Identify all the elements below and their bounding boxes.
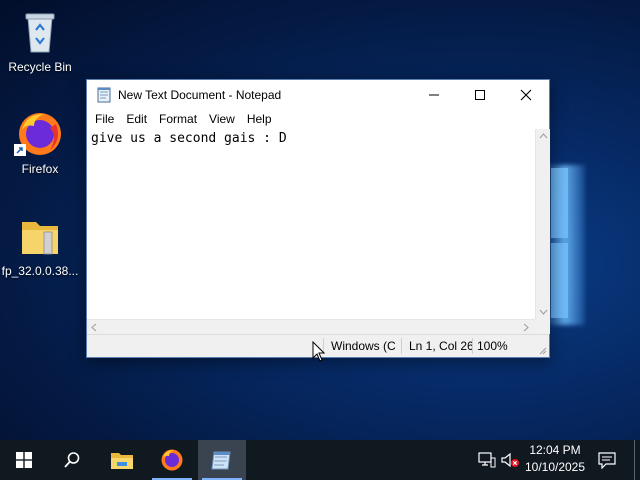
action-center-icon[interactable] <box>598 451 616 469</box>
notepad-icon <box>211 451 231 470</box>
desktop-icon-recycle-bin[interactable]: Recycle Bin <box>0 8 80 74</box>
system-clock[interactable]: 12:04 PM 10/10/2025 <box>520 442 590 476</box>
file-explorer-icon <box>111 453 133 469</box>
wallpaper-pane <box>551 168 568 238</box>
minimize-button[interactable] <box>411 80 457 109</box>
desktop-icon-label: Recycle Bin <box>8 60 72 74</box>
notepad-icon <box>96 87 112 103</box>
firefox-icon <box>161 449 183 471</box>
menu-format[interactable]: Format <box>153 112 203 126</box>
wallpaper-pane <box>551 243 568 318</box>
volume-muted-icon[interactable] <box>500 452 520 468</box>
folder-icon <box>16 212 64 260</box>
search-icon <box>64 452 80 468</box>
taskbar-notepad[interactable] <box>198 440 246 480</box>
maximize-button[interactable] <box>457 80 503 109</box>
scroll-right-icon <box>523 323 529 332</box>
resize-grip-icon[interactable] <box>537 345 547 355</box>
search-button[interactable] <box>48 440 96 480</box>
menu-view[interactable]: View <box>203 112 241 126</box>
desktop-icon-folder[interactable]: fp_32.0.0.38... <box>0 212 80 278</box>
maximize-icon <box>475 89 485 100</box>
status-divider <box>472 338 473 354</box>
menu-edit[interactable]: Edit <box>120 112 153 126</box>
title-bar[interactable]: New Text Document - Notepad <box>87 80 549 109</box>
taskbar-firefox[interactable] <box>148 440 196 480</box>
start-icon <box>16 452 32 468</box>
notepad-window[interactable]: New Text Document - Notepad File Edit Fo… <box>86 79 550 358</box>
horizontal-scrollbar[interactable] <box>87 319 535 334</box>
vertical-scrollbar[interactable] <box>535 129 550 319</box>
start-button[interactable] <box>0 440 48 480</box>
show-desktop-button[interactable] <box>634 440 635 480</box>
mouse-cursor-icon <box>312 341 326 362</box>
menu-help[interactable]: Help <box>241 112 278 126</box>
status-zoom: 100% <box>477 339 508 353</box>
scroll-left-icon <box>91 323 97 332</box>
window-title: New Text Document - Notepad <box>118 87 282 102</box>
menu-bar: File Edit Format View Help <box>87 109 549 129</box>
taskbar-file-explorer[interactable] <box>98 440 146 480</box>
close-button[interactable] <box>503 80 549 109</box>
clock-date: 10/10/2025 <box>524 460 586 474</box>
recycle-bin-icon <box>16 8 64 56</box>
desktop-icon-label: Firefox <box>21 162 59 176</box>
status-position: Ln 1, Col 26 <box>409 339 473 353</box>
desktop-icon-firefox[interactable]: Firefox <box>0 110 80 176</box>
taskbar: 12:04 PM 10/10/2025 <box>0 440 640 480</box>
network-icon[interactable] <box>478 452 496 468</box>
scroll-up-icon <box>539 133 548 139</box>
text-editor[interactable]: give us a second gais : D <box>87 129 535 319</box>
status-encoding: Windows (C <box>331 339 396 353</box>
status-divider <box>401 338 402 354</box>
scroll-down-icon <box>539 309 548 315</box>
clock-time: 12:04 PM <box>529 443 581 457</box>
desktop-icon-label: fp_32.0.0.38... <box>1 264 79 278</box>
menu-file[interactable]: File <box>89 112 120 126</box>
minimize-icon <box>429 94 439 95</box>
firefox-icon <box>14 110 64 158</box>
scroll-corner <box>535 319 550 334</box>
close-icon <box>520 89 532 100</box>
